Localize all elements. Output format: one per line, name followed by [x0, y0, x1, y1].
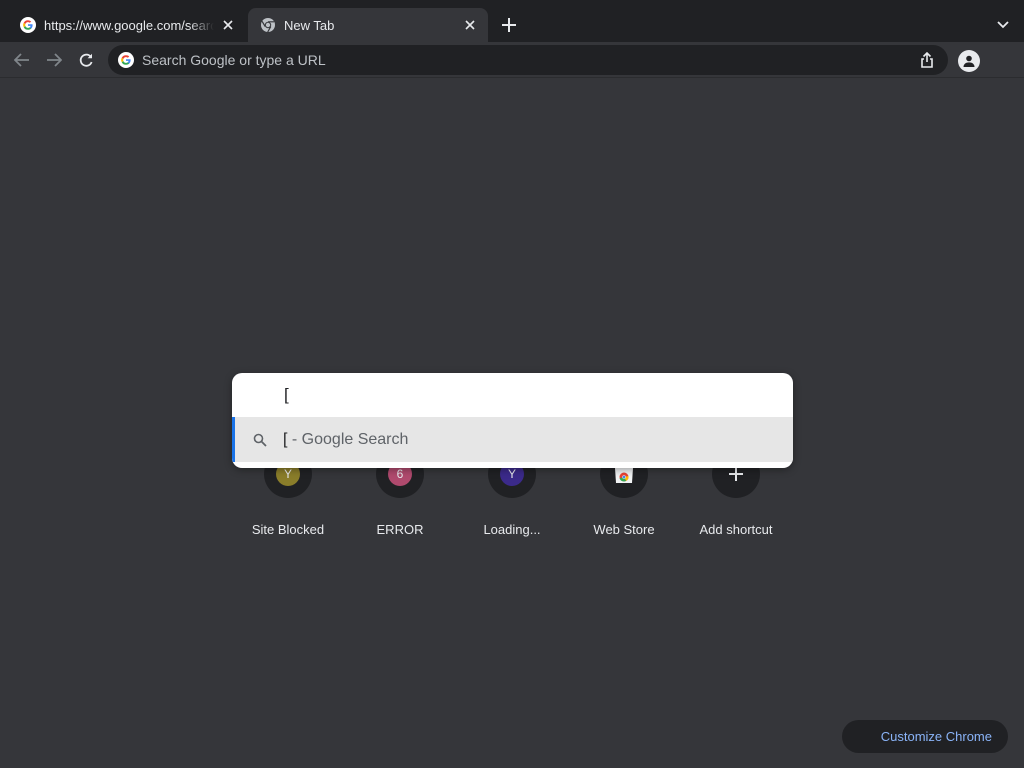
suggestion-suffix: - Google Search — [287, 430, 409, 448]
person-icon — [963, 55, 975, 67]
shortcut-label: Web Store — [593, 522, 655, 537]
tab-search-button[interactable] — [994, 16, 1012, 34]
forward-button[interactable] — [43, 49, 65, 71]
tab-google-search[interactable]: https://www.google.com/search — [8, 8, 246, 42]
share-icon — [921, 52, 933, 68]
new-tab-button[interactable] — [498, 14, 520, 36]
chevron-down-icon — [997, 21, 1009, 29]
reload-button[interactable] — [75, 49, 97, 71]
google-g-icon — [20, 17, 36, 33]
share-button[interactable] — [918, 51, 936, 69]
search-input[interactable]: [ — [284, 385, 289, 407]
tab-title: New Tab — [284, 17, 335, 33]
tab-title: https://www.google.com/search — [44, 17, 214, 33]
google-g-icon — [118, 52, 134, 68]
suggestion-item[interactable]: [ - Google Search — [232, 417, 793, 462]
reload-icon — [79, 53, 93, 67]
shortcut-label: ERROR — [376, 522, 424, 537]
profile-button[interactable] — [958, 50, 980, 72]
chrome-icon — [261, 18, 275, 33]
customize-chrome-label: Customize Chrome — [880, 729, 992, 744]
tab-strip: https://www.google.com/search New Tab — [0, 0, 1024, 42]
forward-arrow-icon — [47, 53, 62, 67]
shortcut-label: Site Blocked — [251, 522, 325, 537]
customize-chrome-button[interactable]: Customize Chrome — [842, 720, 1008, 753]
plus-icon — [502, 18, 516, 32]
shortcut-label: Loading... — [483, 522, 541, 537]
shortcut-label: Add shortcut — [699, 522, 773, 537]
address-bar-placeholder: Search Google or type a URL — [142, 52, 326, 68]
address-bar[interactable]: Search Google or type a URL — [108, 45, 948, 75]
back-arrow-icon — [14, 53, 29, 67]
search-suggestion-popup: [ [ - Google Search — [232, 373, 793, 468]
plus-icon — [729, 467, 743, 481]
tab-new-tab[interactable]: New Tab — [248, 8, 488, 42]
search-icon — [253, 433, 267, 447]
back-button[interactable] — [11, 49, 33, 71]
toolbar: Search Google or type a URL — [0, 42, 1024, 78]
close-tab-icon[interactable] — [220, 17, 236, 33]
close-tab-icon[interactable] — [462, 17, 478, 33]
